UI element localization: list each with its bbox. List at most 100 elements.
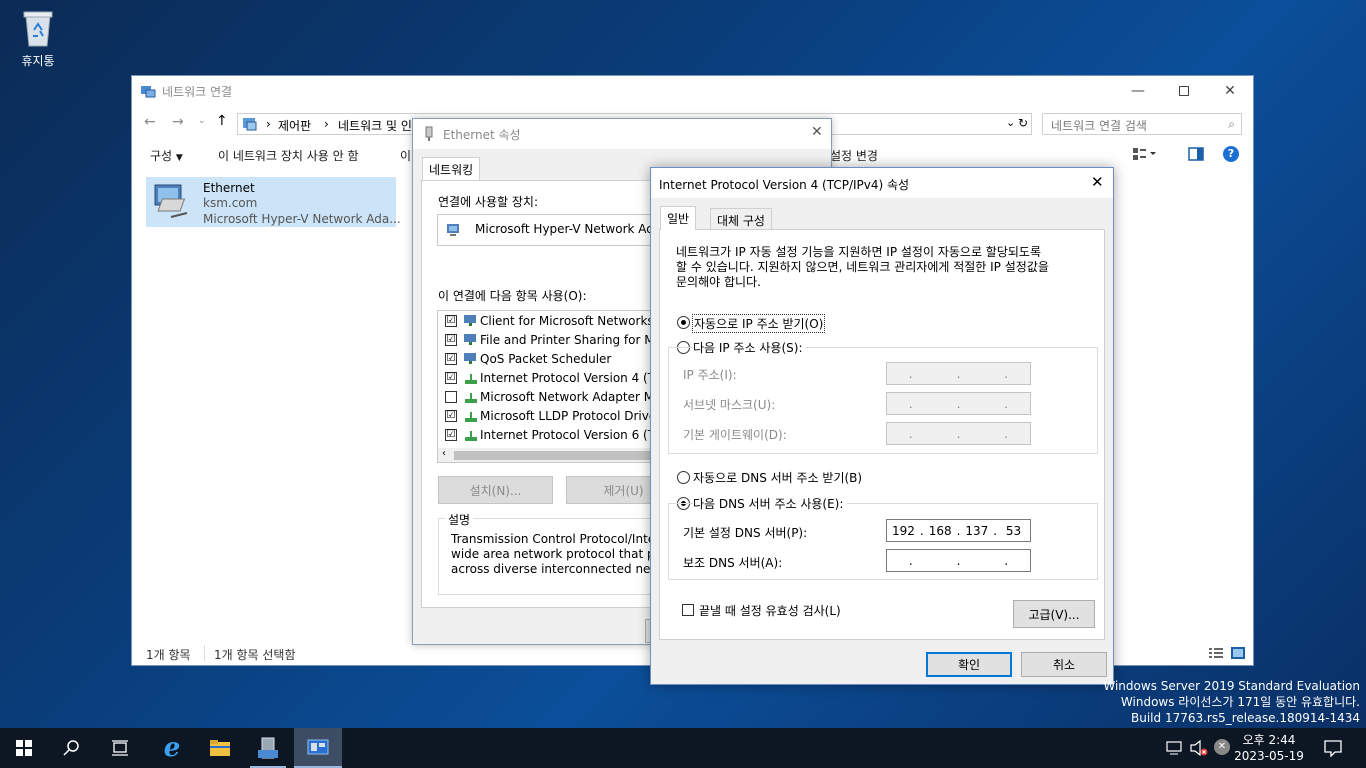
server-manager-button[interactable] — [244, 728, 292, 768]
search-input[interactable]: 네트워크 연결 검색 ⌕ — [1042, 113, 1242, 135]
recycle-bin-icon — [20, 8, 56, 48]
tab-general[interactable]: 일반 — [660, 206, 697, 230]
scrollbar-thumb[interactable] — [454, 451, 654, 460]
window-title: 네트워크 연결 — [162, 85, 233, 99]
close-button[interactable]: ✕ — [1207, 76, 1253, 106]
validate-label[interactable]: 끝낼 때 설정 유효성 검사(L) — [699, 602, 841, 619]
preferred-dns-field[interactable]: 192. 168. 137. 53 — [886, 519, 1031, 542]
ethernet-connection-item[interactable]: Ethernet ksm.com Microsoft Hyper-V Netwo… — [146, 177, 401, 228]
scroll-left-icon[interactable]: ‹ — [442, 448, 446, 459]
ip-address-label: IP 주소(I): — [683, 368, 737, 382]
forward-arrow-icon[interactable]: → — [172, 114, 184, 130]
windows-logo-icon — [16, 740, 32, 756]
change-settings-button[interactable]: 설정 변경 — [830, 147, 878, 164]
evaluation-watermark: Windows Server 2019 Standard Evaluation … — [1103, 678, 1360, 726]
checkbox[interactable]: ☑ — [445, 334, 457, 346]
organize-menu[interactable]: 구성 ▼ — [150, 147, 183, 164]
tab-networking[interactable]: 네트워킹 — [422, 157, 481, 181]
file-explorer-button[interactable] — [196, 728, 244, 768]
error-tray-icon[interactable]: ✕ — [1214, 739, 1230, 755]
auto-ip-label[interactable]: 자동으로 IP 주소 받기(O) — [692, 314, 826, 333]
up-arrow-icon[interactable]: ↑ — [216, 113, 228, 129]
minimize-button[interactable]: — — [1115, 76, 1161, 106]
network-connections-button[interactable] — [294, 728, 342, 768]
view-options-icon[interactable] — [1132, 147, 1156, 161]
volume-muted-icon[interactable] — [1190, 739, 1208, 759]
checkbox[interactable]: ☑ — [445, 429, 457, 441]
ok-button[interactable]: 확인 — [926, 652, 1012, 677]
clock-time[interactable]: 오후 2:44 — [1238, 731, 1300, 748]
checkbox[interactable]: ☑ — [445, 315, 457, 327]
dialog-title: Ethernet 속성 — [443, 128, 521, 142]
manual-dns-label[interactable]: 다음 DNS 서버 주소 사용(E): — [693, 495, 848, 512]
title-bar[interactable]: 네트워크 연결 — ✕ — [132, 76, 1253, 106]
details-view-icon[interactable] — [1209, 647, 1223, 662]
network-folder-icon — [140, 83, 156, 99]
auto-ip-radio[interactable] — [677, 316, 690, 329]
server-manager-icon — [258, 737, 278, 759]
checkbox[interactable]: ☑ — [445, 372, 457, 384]
refresh-icon[interactable]: ↻ — [1018, 116, 1028, 130]
list-item-label: Internet Protocol Version 4 (TCP — [480, 371, 670, 385]
watermark-line: Windows 라이선스가 171일 동안 유효합니다. — [1120, 695, 1360, 709]
disable-device-button[interactable]: 이 네트워크 장치 사용 안 함 — [218, 147, 359, 164]
dialog-title-bar[interactable]: Internet Protocol Version 4 (TCP/IPv4) 속… — [651, 168, 1113, 198]
help-icon[interactable]: ? — [1223, 146, 1239, 162]
alternate-dns-label: 보조 DNS 서버(A): — [683, 556, 783, 570]
internet-explorer-button[interactable]: e — [148, 728, 196, 768]
chevron-down-icon: ▼ — [175, 153, 183, 163]
address-dropdown-icon[interactable]: ⌄ — [1006, 116, 1015, 129]
status-divider — [204, 645, 205, 661]
checkbox[interactable]: ☑ — [445, 353, 457, 365]
description-line: across diverse interconnected networ — [451, 562, 678, 576]
list-item-label: QoS Packet Scheduler — [480, 352, 612, 366]
subnet-mask-field[interactable]: ... — [886, 392, 1031, 415]
ip-octet: 137 — [965, 523, 989, 538]
preview-pane-icon[interactable] — [1188, 147, 1204, 164]
maximize-button[interactable] — [1161, 76, 1207, 106]
search-button[interactable] — [48, 728, 96, 768]
notification-icon[interactable] — [1324, 739, 1342, 760]
watermark-line: Build 17763.rs5_release.180914-1434 — [1131, 711, 1360, 725]
adapter-icon — [446, 223, 462, 240]
breadcrumb-control-panel[interactable]: 제어판 — [278, 117, 311, 134]
search-icon — [63, 740, 79, 756]
recycle-bin-desktop-icon[interactable]: 휴지통 — [8, 6, 68, 76]
start-button[interactable] — [0, 728, 48, 768]
list-item-label: Client for Microsoft Networks — [480, 314, 654, 328]
connect-using-label: 연결에 사용할 장치: — [438, 195, 538, 209]
alternate-dns-field[interactable]: ... — [886, 549, 1031, 572]
tab-alternate-config[interactable]: 대체 구성 — [710, 208, 772, 230]
preferred-dns-label: 기본 설정 DNS 서버(P): — [683, 526, 808, 540]
network-tray-icon[interactable] — [1166, 740, 1182, 759]
install-button[interactable]: 설치(N)... — [438, 476, 553, 504]
close-icon[interactable]: ✕ — [1091, 173, 1104, 191]
manual-ip-label[interactable]: 다음 IP 주소 사용(S): — [693, 339, 807, 356]
back-arrow-icon[interactable]: ← — [144, 114, 156, 130]
close-icon[interactable]: ✕ — [811, 124, 823, 140]
ip-address-field[interactable]: ... — [886, 362, 1031, 385]
gateway-field[interactable]: ... — [886, 422, 1031, 445]
subnet-mask-label: 서브넷 마스크(U): — [683, 398, 776, 412]
cancel-button[interactable]: 취소 — [1021, 652, 1107, 677]
task-view-button[interactable] — [96, 728, 144, 768]
validate-checkbox[interactable] — [682, 604, 694, 616]
maximize-icon — [1179, 86, 1189, 96]
dialog-title-bar[interactable]: Ethernet 속성 ✕ — [413, 119, 831, 149]
recent-chevron-icon[interactable]: ⌄ — [198, 116, 206, 126]
close-icon: ✕ — [1224, 83, 1236, 99]
checkbox[interactable] — [445, 391, 457, 403]
large-icons-view-icon[interactable] — [1231, 647, 1245, 662]
auto-dns-label[interactable]: 자동으로 DNS 서버 주소 받기(B) — [693, 469, 862, 486]
network-adapter-icon — [149, 181, 197, 228]
list-item-label: Microsoft Network Adapter Mul — [480, 390, 666, 404]
auto-dns-radio[interactable] — [677, 471, 690, 484]
more-commands-button[interactable]: 이 — [400, 147, 411, 164]
clock-date[interactable]: 2023-05-19 — [1234, 749, 1304, 763]
connection-name: Ethernet — [203, 181, 255, 195]
item-count: 1개 항목 — [146, 648, 191, 662]
list-item-label: Internet Protocol Version 6 (TCP — [480, 428, 670, 442]
checkbox[interactable]: ☑ — [445, 410, 457, 422]
advanced-button[interactable]: 고급(V)... — [1013, 600, 1095, 628]
general-panel: 네트워크가 IP 자동 설정 기능을 지원하면 IP 설정이 자동으로 할당되도… — [659, 229, 1105, 640]
